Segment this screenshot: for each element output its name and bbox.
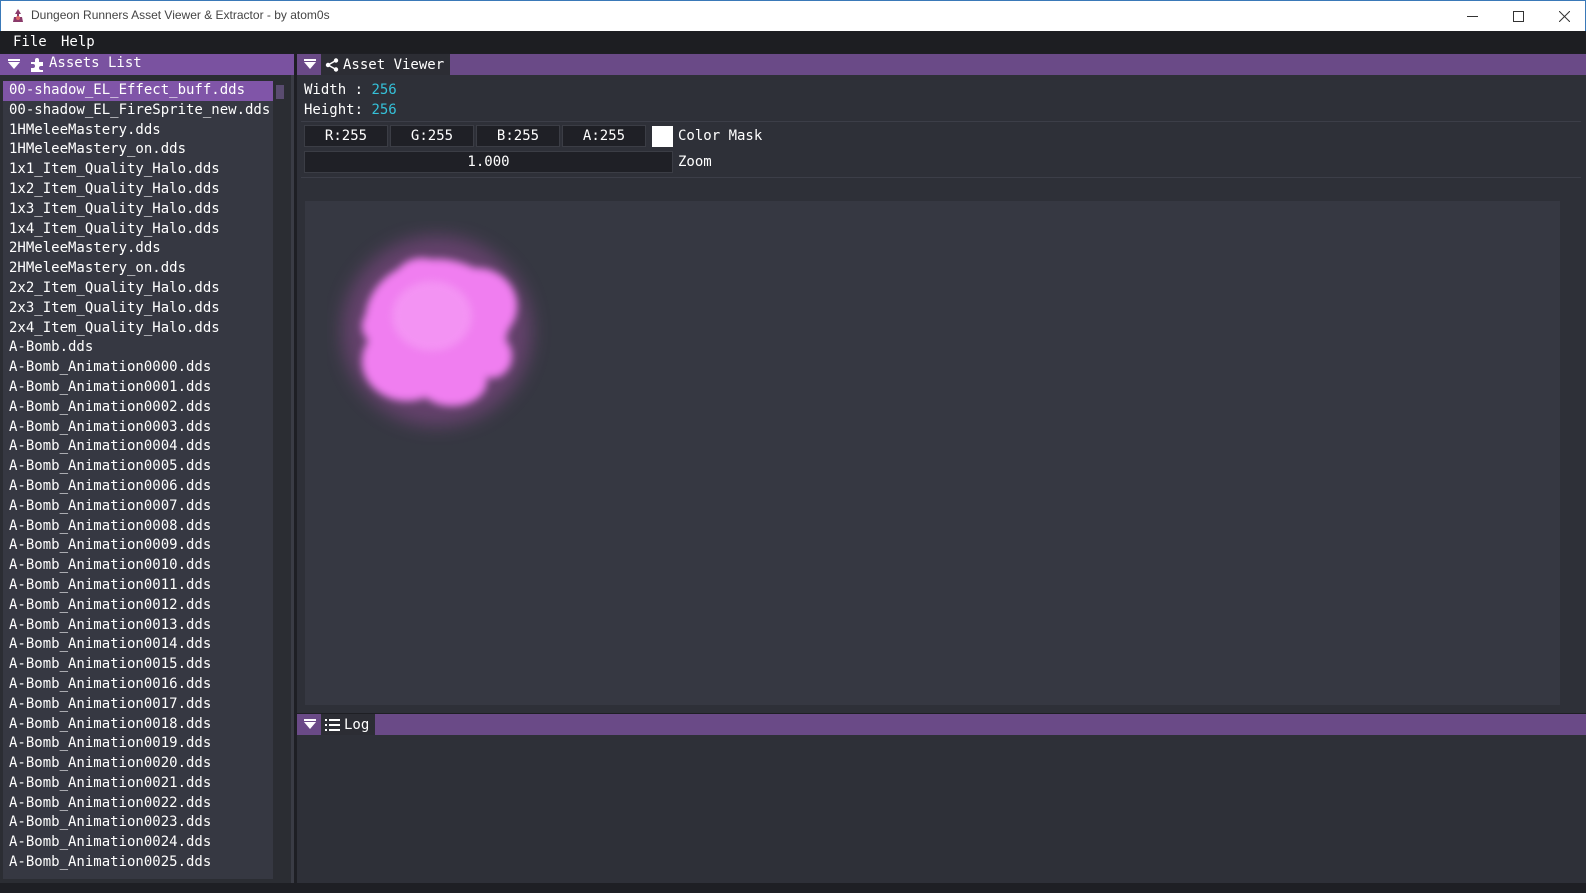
app-icon [13, 9, 23, 22]
channel-r-field[interactable]: R:255 [304, 125, 388, 147]
width-value: 256 [371, 82, 397, 98]
width-info: Width : 256 [304, 82, 397, 98]
assets-panel: 00-shadow_EL_Effect_buff.dds 00-shadow_EL… [0, 75, 294, 893]
asset-list-scrollbar[interactable] [274, 81, 286, 879]
asset-list-item[interactable]: 1x2_Item_Quality_Halo.dds [3, 180, 273, 200]
asset-list-item[interactable]: A-Bomb_Animation0002.dds [3, 398, 273, 418]
tab-log[interactable]: Log [321, 714, 376, 735]
viewer-panel-header: Asset Viewer [297, 54, 1586, 75]
asset-list-item[interactable]: A-Bomb_Animation0008.dds [3, 517, 273, 537]
asset-list-item[interactable]: A-Bomb_Animation0025.dds [3, 853, 273, 873]
asset-list-item[interactable]: A-Bomb_Animation0015.dds [3, 655, 273, 675]
asset-list-item[interactable]: 2HMeleeMastery_on.dds [3, 259, 273, 279]
channel-g-field[interactable]: G:255 [390, 125, 474, 147]
minimize-button[interactable] [1449, 1, 1495, 31]
asset-list-item[interactable]: A-Bomb_Animation0005.dds [3, 457, 273, 477]
asset-list-item[interactable]: A-Bomb_Animation0014.dds [3, 635, 273, 655]
asset-list-item[interactable]: 2x2_Item_Quality_Halo.dds [3, 279, 273, 299]
asset-list-item[interactable]: A-Bomb_Animation0021.dds [3, 774, 273, 794]
maximize-button[interactable] [1495, 1, 1541, 31]
divider [301, 177, 1581, 178]
share-icon [325, 57, 339, 72]
title-bar: Dungeon Runners Asset Viewer & Extractor… [0, 0, 1586, 31]
divider [301, 121, 1581, 122]
collapse-arrow-icon[interactable] [8, 59, 20, 69]
texture-preview-image [342, 236, 532, 426]
asset-list-item[interactable]: A-Bomb_Animation0023.dds [3, 813, 273, 833]
asset-list-item[interactable]: A-Bomb_Animation0022.dds [3, 794, 273, 814]
asset-list-item[interactable]: A-Bomb_Animation0018.dds [3, 715, 273, 735]
collapse-arrow-icon[interactable] [304, 59, 316, 69]
channel-b-field[interactable]: B:255 [476, 125, 560, 147]
menu-help[interactable]: Help [61, 34, 95, 50]
close-button[interactable] [1541, 1, 1586, 31]
puzzle-icon [31, 58, 43, 72]
asset-list-item[interactable]: A-Bomb_Animation0007.dds [3, 497, 273, 517]
width-label: Width : [304, 82, 364, 98]
asset-list-item[interactable]: 00-shadow_EL_Effect_buff.dds [3, 81, 273, 101]
color-mask-swatch[interactable] [652, 126, 673, 147]
asset-list-item[interactable]: A-Bomb_Animation0001.dds [3, 378, 273, 398]
asset-list-item[interactable]: A-Bomb_Animation0010.dds [3, 556, 273, 576]
asset-list-item[interactable]: A-Bomb_Animation0013.dds [3, 616, 273, 636]
log-panel-header: Log [297, 714, 1586, 735]
asset-list-item[interactable]: 1x4_Item_Quality_Halo.dds [3, 220, 273, 240]
menu-file[interactable]: File [13, 34, 47, 50]
log-panel [297, 735, 1586, 893]
asset-list[interactable]: 00-shadow_EL_Effect_buff.dds 00-shadow_EL… [3, 81, 273, 879]
asset-list-item[interactable]: A-Bomb.dds [3, 338, 273, 358]
asset-list-item[interactable]: A-Bomb_Animation0012.dds [3, 596, 273, 616]
close-icon [1558, 10, 1570, 22]
asset-list-item[interactable]: A-Bomb_Animation0004.dds [3, 437, 273, 457]
assets-panel-title: Assets List [49, 55, 142, 71]
asset-list-item[interactable]: 00-shadow_EL_FireSprite_new.dds [3, 101, 273, 121]
log-panel-title: Log [344, 716, 370, 733]
channel-a-field[interactable]: A:255 [562, 125, 646, 147]
asset-list-item[interactable]: 1x1_Item_Quality_Halo.dds [3, 160, 273, 180]
asset-list-item[interactable]: A-Bomb_Animation0003.dds [3, 418, 273, 438]
asset-list-item[interactable]: A-Bomb_Animation0016.dds [3, 675, 273, 695]
scrollbar-thumb[interactable] [276, 85, 284, 99]
asset-list-item[interactable]: 2x3_Item_Quality_Halo.dds [3, 299, 273, 319]
asset-list-item[interactable]: A-Bomb_Animation0017.dds [3, 695, 273, 715]
color-mask-label: Color Mask [678, 128, 763, 144]
zoom-label: Zoom [678, 154, 712, 170]
asset-list-item[interactable]: A-Bomb_Animation0006.dds [3, 477, 273, 497]
asset-list-item[interactable]: 2x4_Item_Quality_Halo.dds [3, 319, 273, 339]
collapse-arrow-icon[interactable] [304, 719, 316, 729]
menu-bar: File Help [0, 31, 1586, 53]
height-label: Height: [304, 102, 364, 118]
minimize-icon [1466, 15, 1478, 17]
asset-list-item[interactable]: A-Bomb_Animation0020.dds [3, 754, 273, 774]
asset-list-item[interactable]: 1HMeleeMastery_on.dds [3, 140, 273, 160]
texture-canvas[interactable] [305, 201, 1560, 705]
assets-panel-header: Assets List [0, 54, 294, 75]
viewer-panel-title: Asset Viewer [343, 56, 445, 73]
asset-list-item[interactable]: A-Bomb_Animation0009.dds [3, 536, 273, 556]
asset-list-item[interactable]: A-Bomb_Animation0024.dds [3, 833, 273, 853]
asset-list-item[interactable]: A-Bomb_Animation0011.dds [3, 576, 273, 596]
window-title: Dungeon Runners Asset Viewer & Extractor… [31, 8, 330, 22]
asset-list-item[interactable]: 1HMeleeMastery.dds [3, 121, 273, 141]
zoom-slider[interactable]: 1.000 [304, 151, 673, 173]
maximize-icon [1512, 10, 1524, 22]
asset-list-item[interactable]: 1x3_Item_Quality_Halo.dds [3, 200, 273, 220]
asset-viewer-panel: Width : 256 Height: 256 R:255 G:255 B:25… [297, 75, 1586, 713]
height-value: 256 [371, 102, 397, 118]
height-info: Height: 256 [304, 102, 397, 118]
window-bottom-border [0, 883, 1586, 893]
asset-list-item[interactable]: A-Bomb_Animation0019.dds [3, 734, 273, 754]
list-icon [325, 718, 340, 731]
tab-asset-viewer[interactable]: Asset Viewer [321, 54, 451, 75]
asset-list-item[interactable]: 2HMeleeMastery.dds [3, 239, 273, 259]
asset-list-item[interactable]: A-Bomb_Animation0000.dds [3, 358, 273, 378]
